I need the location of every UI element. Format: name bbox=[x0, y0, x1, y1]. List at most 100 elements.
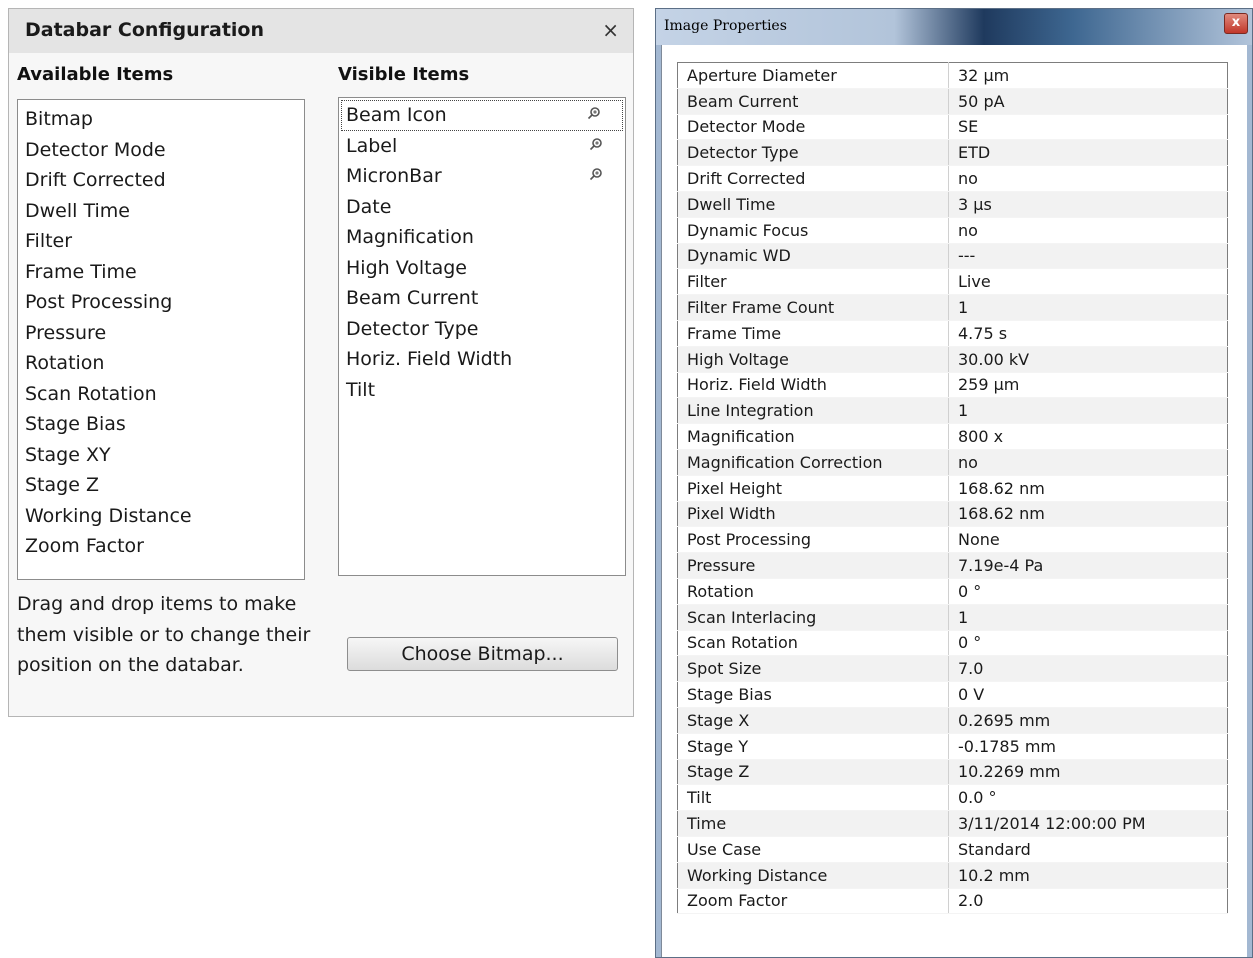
property-name: Magnification Correction bbox=[677, 449, 949, 476]
property-name: Filter Frame Count bbox=[677, 294, 949, 321]
property-value: 7.0 bbox=[948, 655, 1228, 683]
property-name: Filter bbox=[677, 268, 949, 296]
property-name: Dwell Time bbox=[677, 191, 949, 218]
property-row: Stage Y -0.1785 mm bbox=[677, 733, 1228, 760]
available-list-item[interactable]: Rotation bbox=[18, 348, 304, 379]
property-row: Filter Frame Count 1 bbox=[677, 294, 1228, 321]
visible-item-label: Beam Current bbox=[346, 287, 479, 309]
property-value: None bbox=[948, 526, 1228, 554]
property-name: Scan Rotation bbox=[677, 630, 949, 657]
property-value: --- bbox=[948, 243, 1228, 270]
panel-title: Databar Configuration bbox=[25, 19, 265, 41]
help-text: Drag and drop items to make them visible… bbox=[17, 593, 311, 676]
visible-item-label: Magnification bbox=[346, 226, 474, 248]
property-row: High Voltage 30.00 kV bbox=[677, 346, 1228, 373]
available-list-item[interactable]: Post Processing bbox=[18, 287, 304, 318]
window-titlebar[interactable]: Image Properties x bbox=[656, 9, 1252, 45]
property-name: Stage Y bbox=[677, 733, 949, 760]
property-row: Frame Time 4.75 s bbox=[677, 320, 1228, 347]
close-icon[interactable]: × bbox=[602, 18, 619, 42]
property-name: Stage Z bbox=[677, 759, 949, 786]
property-row: Scan Interlacing 1 bbox=[677, 604, 1228, 631]
property-name: Line Integration bbox=[677, 397, 949, 425]
property-value: 259 µm bbox=[948, 372, 1228, 399]
available-list-item[interactable]: Stage XY bbox=[18, 440, 304, 471]
visible-list-item[interactable]: Beam Current bbox=[339, 283, 625, 314]
property-value: 3/11/2014 12:00:00 PM bbox=[948, 810, 1228, 837]
property-name: Time bbox=[677, 810, 949, 837]
visible-list-item[interactable]: Label bbox=[339, 131, 625, 162]
property-row: Dwell Time 3 µs bbox=[677, 191, 1228, 218]
property-value: 168.62 nm bbox=[948, 501, 1228, 528]
available-list-item[interactable]: Detector Mode bbox=[18, 135, 304, 166]
property-value: 3 µs bbox=[948, 191, 1228, 218]
property-row: Tilt 0.0 ° bbox=[677, 784, 1228, 812]
available-list-item[interactable]: Scan Rotation bbox=[18, 379, 304, 410]
property-row: Beam Current 50 pA bbox=[677, 88, 1228, 115]
property-row: Pixel Width 168.62 nm bbox=[677, 501, 1228, 528]
visible-list-item[interactable]: Magnification bbox=[339, 222, 625, 253]
property-value: 1 bbox=[948, 294, 1228, 321]
available-list-item[interactable]: Pressure bbox=[18, 318, 304, 349]
visible-items-header: Visible Items bbox=[338, 64, 470, 85]
available-list-item[interactable]: Working Distance bbox=[18, 501, 304, 532]
visible-item-label: Date bbox=[346, 195, 392, 218]
property-row: Filter Live bbox=[677, 268, 1228, 296]
property-row: Drift Corrected no bbox=[677, 165, 1228, 192]
property-name: Beam Current bbox=[677, 88, 949, 115]
visible-list-item[interactable]: Horiz. Field Width bbox=[339, 344, 625, 375]
property-value: -0.1785 mm bbox=[948, 733, 1228, 760]
image-properties-window: Image Properties x Aperture Diameter 32 µ… bbox=[655, 8, 1253, 958]
available-list-item[interactable]: Stage Z bbox=[18, 470, 304, 501]
visible-item-label: High Voltage bbox=[346, 256, 467, 279]
choose-bitmap-button[interactable]: Choose Bitmap... bbox=[347, 637, 618, 671]
available-list-item[interactable]: Bitmap bbox=[18, 104, 304, 135]
pin-icon[interactable] bbox=[587, 100, 601, 131]
property-row: Stage Bias 0 V bbox=[677, 681, 1228, 708]
visible-list-item[interactable]: Tilt bbox=[339, 375, 625, 406]
property-value: SE bbox=[948, 114, 1228, 141]
property-row: Detector Type ETD bbox=[677, 139, 1228, 167]
pin-icon[interactable] bbox=[589, 131, 603, 162]
available-list-item[interactable]: Frame Time bbox=[18, 257, 304, 288]
panel-titlebar: Databar Configuration × bbox=[9, 9, 633, 53]
property-name: Detector Mode bbox=[677, 114, 949, 141]
visible-item-label: Horiz. Field Width bbox=[346, 348, 513, 370]
property-name: High Voltage bbox=[677, 346, 949, 373]
property-value: no bbox=[948, 165, 1228, 192]
property-value: 1 bbox=[948, 604, 1228, 631]
property-row: Detector Mode SE bbox=[677, 114, 1228, 141]
visible-items-list[interactable]: Beam Icon Label MicronBar Date Magnification… bbox=[338, 97, 626, 576]
property-name: Tilt bbox=[677, 784, 949, 812]
property-name: Pressure bbox=[677, 552, 949, 579]
property-row: Time 3/11/2014 12:00:00 PM bbox=[677, 810, 1228, 837]
pin-icon[interactable] bbox=[589, 161, 603, 192]
property-row: Rotation 0 ° bbox=[677, 578, 1228, 605]
available-list-item[interactable]: Stage Bias bbox=[18, 409, 304, 440]
property-value: 0 ° bbox=[948, 630, 1228, 657]
visible-list-item[interactable]: Detector Type bbox=[339, 314, 625, 345]
property-name: Aperture Diameter bbox=[677, 62, 949, 89]
property-row: Spot Size 7.0 bbox=[677, 655, 1228, 683]
property-name: Pixel Height bbox=[677, 475, 949, 502]
window-title: Image Properties bbox=[664, 18, 787, 34]
available-items-header: Available Items bbox=[17, 64, 174, 85]
available-items-list[interactable]: Bitmap Detector Mode Drift Corrected Dwell … bbox=[17, 99, 305, 580]
visible-list-item[interactable]: High Voltage bbox=[339, 253, 625, 284]
close-icon[interactable]: x bbox=[1224, 13, 1248, 34]
property-value: 800 x bbox=[948, 423, 1228, 450]
available-list-item[interactable]: Dwell Time bbox=[18, 196, 304, 227]
visible-list-item[interactable]: Beam Icon bbox=[341, 100, 623, 131]
property-row: Stage X 0.2695 mm bbox=[677, 707, 1228, 734]
visible-list-item[interactable]: Date bbox=[339, 192, 625, 223]
property-row: Pressure 7.19e-4 Pa bbox=[677, 552, 1228, 579]
property-name: Rotation bbox=[677, 578, 949, 605]
property-value: 10.2269 mm bbox=[948, 759, 1228, 786]
available-list-item[interactable]: Drift Corrected bbox=[18, 165, 304, 196]
visible-list-item[interactable]: MicronBar bbox=[339, 161, 625, 192]
available-list-item[interactable]: Zoom Factor bbox=[18, 531, 304, 562]
properties-table: Aperture Diameter 32 µm Beam Current 50 pA D… bbox=[677, 62, 1228, 915]
available-list-item[interactable]: Filter bbox=[18, 226, 304, 257]
property-name: Working Distance bbox=[677, 862, 949, 889]
property-name: Horiz. Field Width bbox=[677, 372, 949, 399]
